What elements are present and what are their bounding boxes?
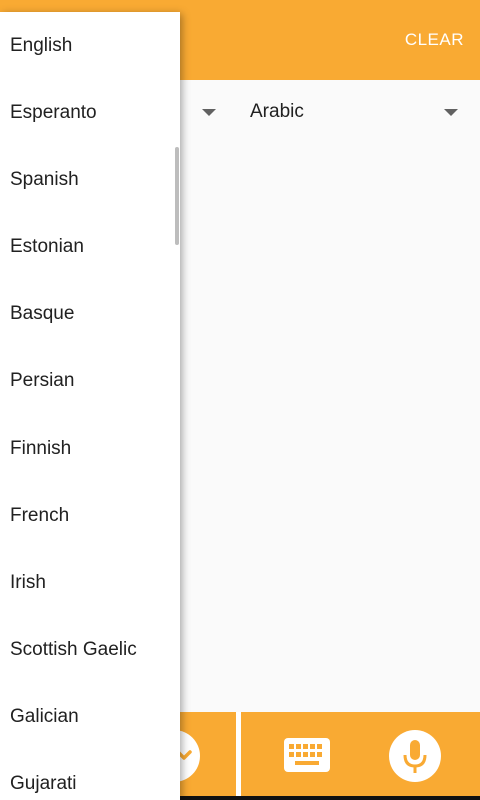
dropdown-scrollbar[interactable] xyxy=(175,147,179,245)
microphone-icon xyxy=(403,740,427,773)
language-dropdown-popup: English Esperanto Spanish Estonian Basqu… xyxy=(0,12,180,800)
language-list: English Esperanto Spanish Estonian Basqu… xyxy=(0,12,180,800)
language-option[interactable]: English xyxy=(0,12,180,79)
clear-button[interactable]: CLEAR xyxy=(405,30,464,50)
language-option[interactable]: French xyxy=(0,482,180,549)
keyboard-icon xyxy=(284,738,330,772)
language-option[interactable]: Finnish xyxy=(0,415,180,482)
language-option[interactable]: Persian xyxy=(0,348,180,415)
dropdown-arrow-icon xyxy=(444,109,458,116)
language-option[interactable]: Basque xyxy=(0,281,180,348)
language-option[interactable]: Irish xyxy=(0,549,180,616)
keyboard-button[interactable] xyxy=(284,738,330,772)
dropdown-arrow-icon xyxy=(202,109,216,116)
microphone-button[interactable] xyxy=(389,730,441,782)
language-option[interactable]: Spanish xyxy=(0,146,180,213)
language-option[interactable]: Scottish Gaelic xyxy=(0,617,180,684)
screen: ation CLEAR Arabic xyxy=(0,0,480,800)
target-language-spinner[interactable]: Arabic xyxy=(240,80,480,146)
language-option[interactable]: Esperanto xyxy=(0,79,180,146)
target-language-value: Arabic xyxy=(250,101,304,122)
language-option[interactable]: Estonian xyxy=(0,213,180,280)
language-option[interactable]: Gujarati xyxy=(0,751,180,800)
bottom-bar-divider xyxy=(236,712,241,796)
language-option[interactable]: Galician xyxy=(0,684,180,751)
